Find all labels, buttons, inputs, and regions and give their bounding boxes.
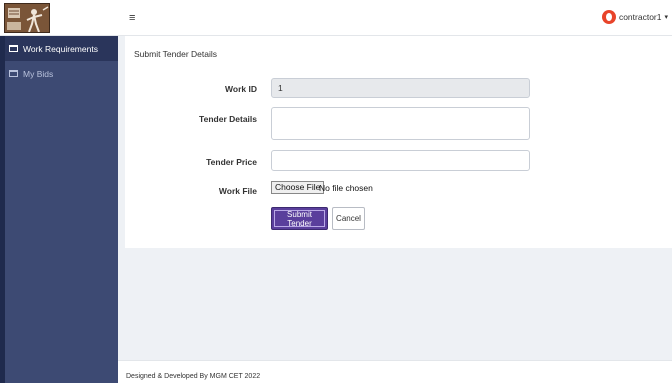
choose-file-button[interactable]: Choose File [271,181,325,194]
tender-details-textarea[interactable] [271,107,530,140]
tender-details-label: Tender Details [199,114,257,124]
footer-credit: Designed & Developed By MGM CET 2022 [126,373,261,380]
sidebar-item-my-bids[interactable]: My Bids [5,61,118,86]
file-status-text: No file chosen [319,183,373,193]
menu-toggle-icon[interactable]: ≡ [129,12,135,24]
submit-tender-label: Submit Tender [274,210,325,228]
submit-tender-button[interactable]: Submit Tender [271,207,328,230]
table-icon [9,70,18,77]
footer: Designed & Developed By MGM CET 2022 [118,360,672,383]
chevron-down-icon: ▾ [664,14,668,21]
table-icon [9,45,18,52]
sidebar-item-label: Work Requirements [23,43,98,54]
work-id-label: Work ID [225,84,257,94]
sidebar: Work Requirements My Bids [0,36,118,383]
user-menu[interactable]: contractor1 ▾ [601,10,668,24]
panel-title: Submit Tender Details [134,49,217,59]
work-id-field[interactable]: 1 [271,78,530,98]
user-avatar-icon [601,10,616,24]
sidebar-item-work-requirements[interactable]: Work Requirements [5,36,118,61]
tender-price-input[interactable] [271,150,530,171]
user-name: contractor1 [618,12,662,22]
site-logo[interactable] [4,3,50,33]
tender-form-panel: Submit Tender Details [125,36,672,248]
work-file-label: Work File [218,186,257,196]
tender-price-label: Tender Price [206,157,257,167]
sidebar-item-label: My Bids [23,68,54,79]
top-navbar: ≡ contractor1 ▾ [0,0,672,36]
cancel-button[interactable]: Cancel [332,207,365,230]
logo-image [5,4,49,32]
